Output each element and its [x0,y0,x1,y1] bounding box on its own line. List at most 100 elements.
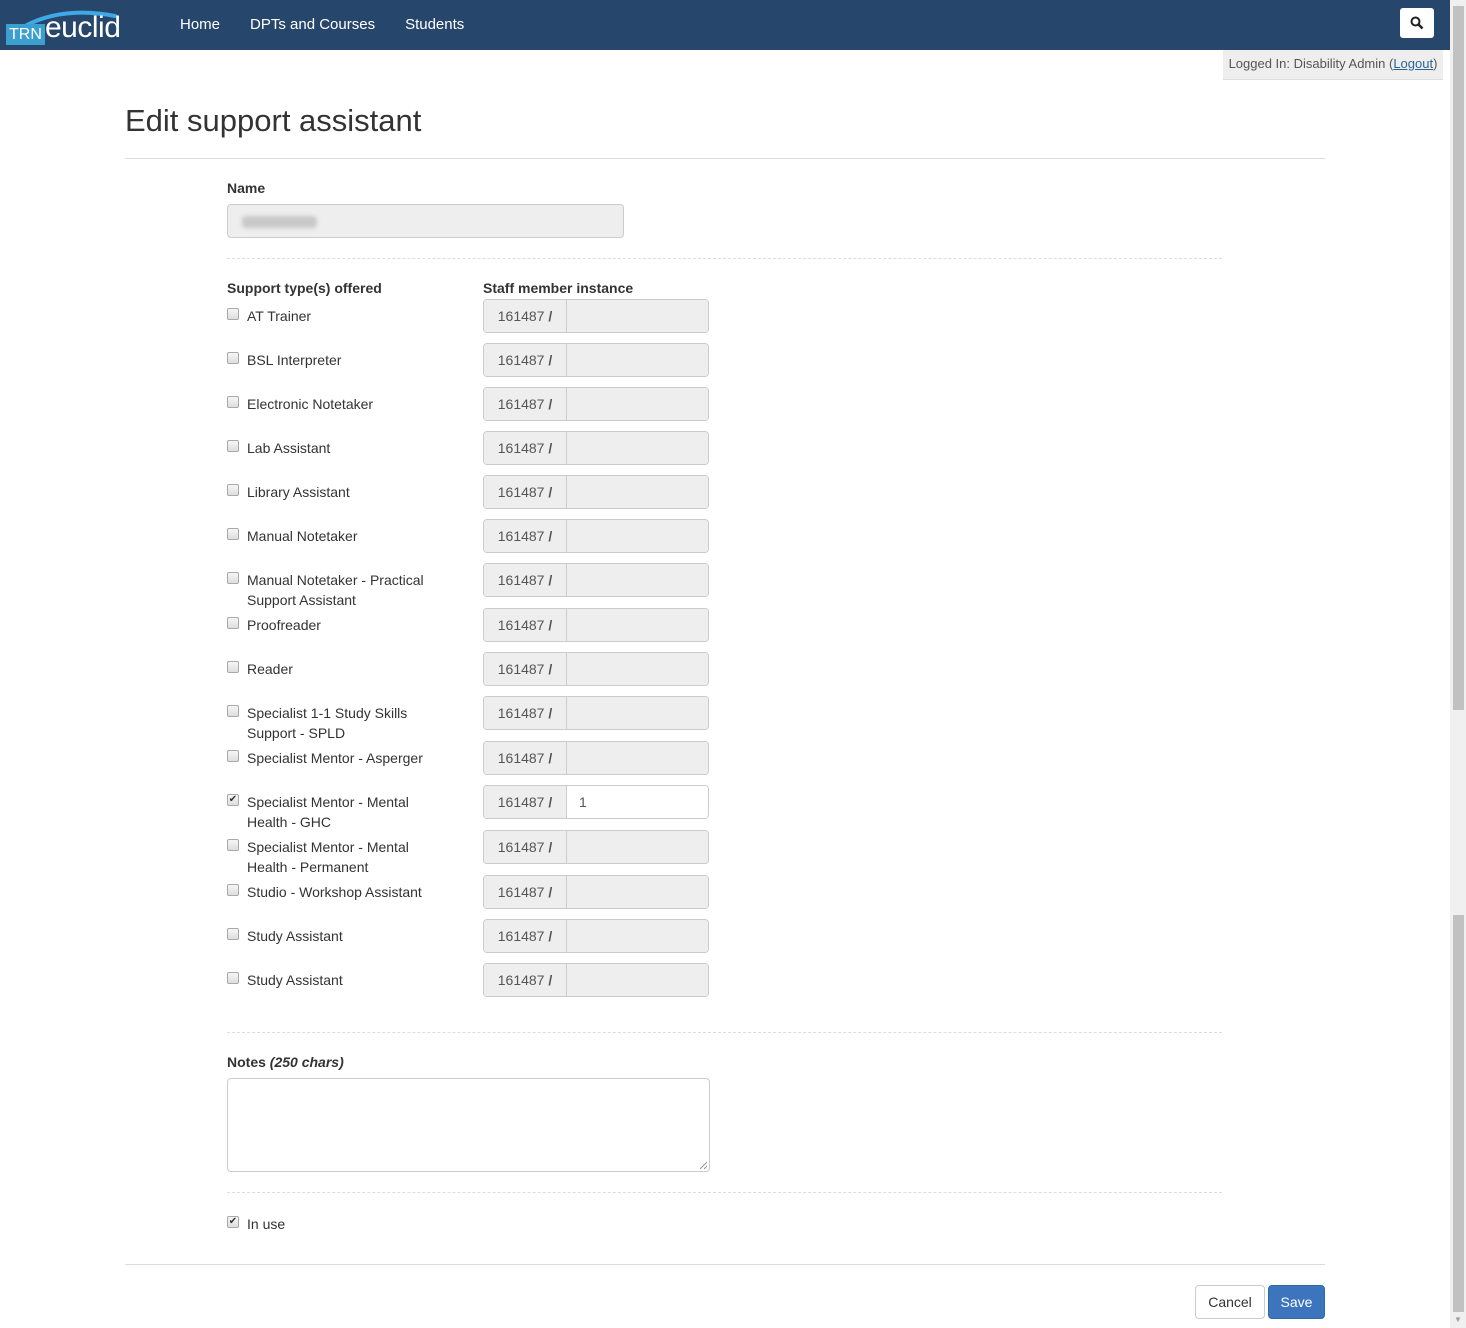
support-type-label: Specialist Mentor - Mental Health - Perm… [247,839,409,875]
instance-prefix: 161487 / [484,697,567,729]
support-type-label: Reader [247,661,293,677]
support-type-checkbox[interactable] [227,972,239,984]
support-type-checkbox[interactable] [227,884,239,896]
support-type-label: Specialist Mentor - Asperger [247,750,423,766]
support-type-label: AT Trainer [247,308,312,324]
support-type-label: Specialist Mentor - Mental Health - GHC [247,794,409,830]
staff-instance-input[interactable] [567,653,708,685]
staff-instance-input[interactable] [567,609,708,641]
name-label: Name [227,180,266,196]
euclid-logo[interactable]: TRN euclid [3,8,128,45]
staff-instance-input[interactable] [567,432,708,464]
support-type-checkbox[interactable] [227,352,239,364]
staff-instance-input[interactable] [567,520,708,552]
staff-instance-input[interactable] [567,742,708,774]
support-type-label: Manual Notetaker - Practical Support Ass… [247,572,424,608]
login-status: Logged In: Disability Admin (Logout) [1223,50,1443,80]
in-use-label: In use [247,1216,286,1232]
staff-instance-input[interactable] [567,476,708,508]
staff-instance-input-group: 161487 / [483,919,709,953]
staff-instance-input[interactable] [567,388,708,420]
instance-prefix: 161487 / [484,520,567,552]
name-value-redacted [242,216,317,228]
staff-instance-input[interactable] [567,876,708,908]
nav-dpts-and-courses[interactable]: DPTs and Courses [235,0,390,50]
notes-textarea[interactable] [227,1078,710,1172]
notes-hint: (250 chars) [269,1054,344,1070]
section-divider [227,258,1222,259]
in-use-checkbox[interactable]: ✔ [227,1216,239,1228]
section-divider [227,1032,1222,1033]
support-type-checkbox[interactable] [227,484,239,496]
instance-prefix: 161487 / [484,831,567,863]
scrollbar-thumb-lower[interactable] [1453,915,1464,1312]
staff-instance-input-group: 161487 / [483,431,709,465]
staff-instance-input-group: 161487 / [483,963,709,997]
staff-instance-input[interactable] [567,831,708,863]
login-text: Logged In: Disability Admin ( [1228,56,1394,71]
staff-instance-input-group: 161487 / [483,741,709,775]
instance-prefix: 161487 / [484,476,567,508]
staff-instance-heading: Staff member instance [483,280,634,296]
support-type-label: Studio - Workshop Assistant [247,884,422,900]
staff-instance-input-group: 161487 / [483,696,709,730]
instance-prefix: 161487 / [484,564,567,596]
staff-instance-input[interactable]: 1 [567,786,708,818]
notes-label-text: Notes [227,1054,266,1070]
logout-link[interactable]: Logout [1393,56,1433,71]
staff-instance-input[interactable] [567,564,708,596]
support-type-checkbox[interactable] [227,308,239,320]
staff-instance-input-group: 161487 / [483,652,709,686]
staff-instance-input-group: 161487 / [483,299,709,333]
support-type-checkbox[interactable] [227,440,239,452]
nav-home[interactable]: Home [165,0,235,50]
support-types-heading: Support type(s) offered [227,280,382,296]
support-type-label: Study Assistant [247,972,343,988]
support-type-checkbox[interactable] [227,661,239,673]
name-field[interactable] [227,204,624,238]
support-type-checkbox[interactable] [227,839,239,851]
staff-instance-input[interactable] [567,920,708,952]
cancel-button[interactable]: Cancel [1195,1285,1265,1319]
save-button[interactable]: Save [1268,1285,1325,1319]
nav-students[interactable]: Students [390,0,479,50]
staff-instance-input-group: 161487 /1 [483,785,709,819]
instance-prefix: 161487 / [484,388,567,420]
scroll-down-icon[interactable]: ▼ [1450,1312,1466,1328]
staff-instance-input-group: 161487 / [483,830,709,864]
support-type-checkbox[interactable] [227,396,239,408]
search-button[interactable] [1400,8,1434,38]
support-type-checkbox[interactable] [227,928,239,940]
staff-instance-input-group: 161487 / [483,519,709,553]
support-type-checkbox[interactable] [227,750,239,762]
support-type-checkbox[interactable] [227,572,239,584]
support-type-checkbox[interactable] [227,528,239,540]
staff-instance-input[interactable] [567,964,708,996]
instance-prefix: 161487 / [484,653,567,685]
staff-instance-input-group: 161487 / [483,608,709,642]
support-type-label: BSL Interpreter [247,352,342,368]
support-type-checkbox[interactable] [227,617,239,629]
staff-instance-input[interactable] [567,300,708,332]
support-type-label: Library Assistant [247,484,350,500]
notes-label: Notes (250 chars) [227,1054,344,1070]
staff-instance-input-group: 161487 / [483,875,709,909]
title-divider [125,158,1325,159]
scrollbar-thumb[interactable] [1453,6,1464,710]
instance-prefix: 161487 / [484,786,567,818]
instance-prefix: 161487 / [484,432,567,464]
staff-instance-input[interactable] [567,697,708,729]
page-title: Edit support assistant [125,103,422,138]
staff-instance-input-group: 161487 / [483,563,709,597]
instance-prefix: 161487 / [484,876,567,908]
top-navbar: TRN euclid Home DPTs and Courses Student… [0,0,1450,50]
resize-grip-icon[interactable] [700,1162,707,1169]
staff-instance-input-group: 161487 / [483,343,709,377]
support-type-checkbox[interactable] [227,705,239,717]
support-type-checkbox[interactable]: ✔ [227,794,239,806]
staff-instance-input-group: 161487 / [483,475,709,509]
support-type-label: Manual Notetaker [247,528,358,544]
staff-instance-input[interactable] [567,344,708,376]
staff-instance-input-group: 161487 / [483,387,709,421]
vertical-scrollbar[interactable]: ▲ ▼ [1450,0,1466,1328]
